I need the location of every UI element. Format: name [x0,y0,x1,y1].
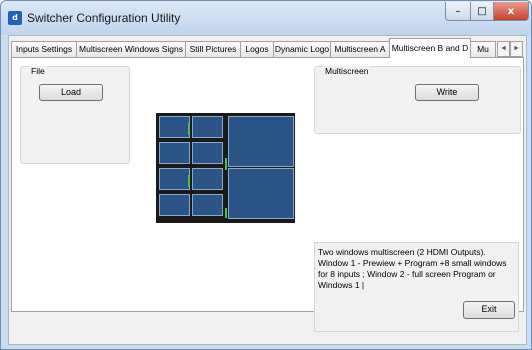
write-button[interactable]: Write [415,84,479,101]
tab-dynamic-logo[interactable]: Dynamic Logo [273,41,331,57]
tab-scroll-left-icon[interactable]: ◄ [497,41,510,57]
tab-multiscreen-a[interactable]: Multiscreen A [330,41,390,57]
app-icon: d [8,11,22,25]
window-title: Switcher Configuration Utility [27,11,181,25]
preview-small-window-1 [159,116,190,138]
preview-small-window-3 [159,168,190,190]
preview-small-window-4 [159,194,190,216]
tab-strip: Inputs Settings Multiscreen Windows Sign… [11,38,523,58]
preview-window-program [228,168,294,219]
tab-multiscreen-b-and-d[interactable]: Multiscreen B and D [389,38,471,58]
preview-green-marker [188,123,190,135]
tab-still-pictures[interactable]: Still Pictures [185,41,241,57]
file-group: File Load [20,66,130,164]
maximize-button[interactable]: □ [470,2,494,21]
tab-page-multiscreen-b-and-d: File Load Multiscreen Write Two windows … [11,57,524,332]
tab-logos[interactable]: Logos [240,41,274,57]
minimize-button[interactable]: – [445,2,471,21]
preview-small-window-5 [192,116,223,138]
exit-button[interactable]: Exit [463,301,515,319]
file-group-label: File [29,66,47,76]
tab-multiscreen-windows-signs[interactable]: Multiscreen Windows Signs [76,41,186,57]
preview-small-window-2 [159,142,190,164]
preview-small-window-6 [192,142,223,164]
client-area: Inputs Settings Multiscreen Windows Sign… [8,35,527,345]
preview-green-marker [225,208,227,218]
preview-small-window-8 [192,194,223,216]
preview-green-marker [225,158,227,170]
preview-green-marker [188,175,190,187]
load-button[interactable]: Load [39,84,103,101]
tab-mu-partial[interactable]: Mu [470,41,496,57]
title-bar[interactable]: d Switcher Configuration Utility – □ x [1,1,531,35]
multiscreen-group: Multiscreen Write [314,66,521,134]
preview-window-preview [228,116,294,167]
app-window: d Switcher Configuration Utility – □ x I… [0,0,532,350]
tab-inputs-settings[interactable]: Inputs Settings [11,41,77,57]
multiscreen-group-label: Multiscreen [323,66,371,76]
preview-small-window-7 [192,168,223,190]
multiscreen-preview [156,113,295,223]
close-button[interactable]: x [493,2,529,21]
tab-scroll-right-icon[interactable]: ► [510,41,523,57]
